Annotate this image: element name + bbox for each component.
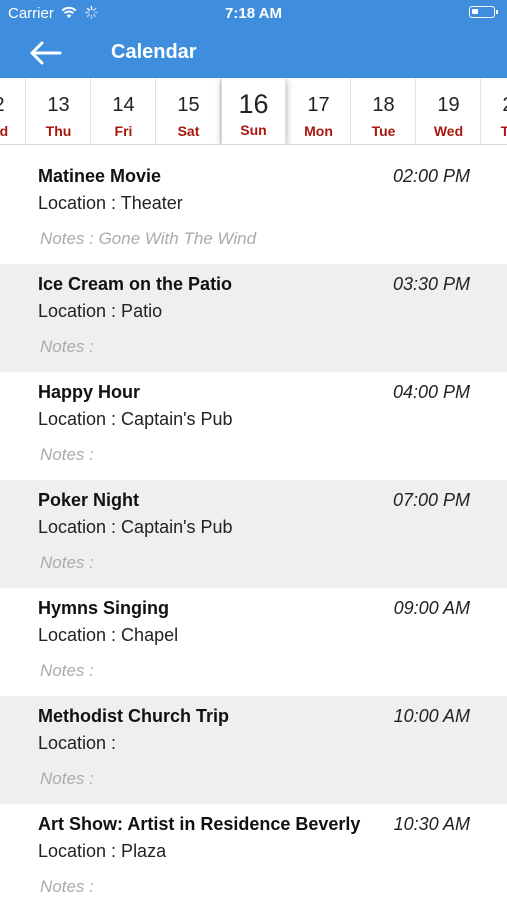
event-title: Hymns Singing [38, 598, 170, 618]
date-number: 20 [482, 94, 507, 117]
date-weekday: Sat [177, 123, 200, 139]
date-item[interactable]: 13 Thu [27, 78, 91, 144]
date-weekday: Tue [371, 123, 396, 139]
event-list: Matinee Movie 02:00 PM Location : Theate… [0, 156, 507, 912]
event-time: 07:00 PM [392, 490, 470, 510]
date-number: 13 [47, 94, 70, 116]
event-item[interactable]: Matinee Movie 02:00 PM Location : Theate… [0, 156, 507, 264]
event-location: Location : Patio [38, 301, 163, 321]
back-arrow-icon[interactable] [28, 38, 64, 68]
app-header: Carrier 7:18 AM Calendar [0, 0, 507, 78]
event-notes: Notes : [40, 553, 94, 572]
date-number: 17 [307, 94, 330, 116]
event-title: Art Show: Artist in Residence Beverly [38, 814, 361, 834]
event-item[interactable]: Ice Cream on the Patio 03:30 PM Location… [0, 264, 507, 372]
event-time: 04:00 PM [392, 382, 470, 402]
event-time: 09:00 AM [393, 598, 470, 618]
date-item[interactable]: 14 Fri [92, 78, 156, 144]
date-strip[interactable]: 12 Wed 13 Thu 14 Fri 15 Sat 16 Sun 17 Mo… [0, 78, 507, 145]
event-notes: Notes : Gone With The Wind [40, 229, 257, 248]
status-bar: Carrier 7:18 AM [0, 0, 507, 28]
date-item[interactable]: 12 Wed [0, 78, 26, 144]
date-number: 15 [177, 94, 200, 116]
date-weekday: Thu [482, 123, 507, 139]
status-time: 7:18 AM [225, 5, 282, 22]
date-weekday: Fri [114, 123, 133, 139]
event-notes: Notes : [40, 769, 94, 788]
event-notes: Notes : [40, 445, 94, 464]
battery-icon [469, 6, 498, 18]
date-item[interactable]: 17 Mon [287, 78, 351, 144]
event-location: Location : Plaza [38, 841, 167, 861]
event-time: 10:00 AM [393, 706, 470, 726]
event-item[interactable]: Happy Hour 04:00 PM Location : Captain's… [0, 372, 507, 480]
event-item[interactable]: Hymns Singing 09:00 AM Location : Chapel… [0, 588, 507, 696]
event-notes: Notes : [40, 337, 94, 356]
date-weekday: Wed [0, 123, 9, 139]
event-title: Ice Cream on the Patio [38, 274, 233, 294]
date-item[interactable]: 15 Sat [157, 78, 221, 144]
event-item[interactable]: Methodist Church Trip 10:00 AM Location … [0, 696, 507, 804]
event-item[interactable]: Art Show: Artist in Residence Beverly 10… [0, 804, 507, 912]
event-time: 03:30 PM [392, 274, 470, 294]
event-location: Location : Chapel [38, 625, 179, 645]
date-item[interactable]: 18 Tue [352, 78, 416, 144]
event-title: Matinee Movie [38, 166, 162, 186]
event-location: Location : Theater [38, 193, 183, 213]
event-title: Poker Night [38, 490, 140, 510]
date-item-selected[interactable]: 16 Sun [222, 78, 286, 144]
event-notes: Notes : [40, 877, 94, 896]
date-number: 14 [112, 94, 135, 116]
date-number: 18 [372, 94, 395, 116]
event-notes: Notes : [40, 661, 94, 680]
date-number: 19 [437, 94, 460, 116]
date-weekday: Sun [240, 122, 267, 138]
event-time: 02:00 PM [392, 166, 470, 186]
date-number: 16 [238, 89, 269, 119]
date-item[interactable]: 20 Thu [482, 78, 507, 144]
date-item[interactable]: 19 Wed [417, 78, 481, 144]
date-weekday: Mon [304, 123, 333, 139]
date-number: 12 [0, 94, 25, 117]
page-title: Calendar [111, 41, 197, 63]
event-item[interactable]: Poker Night 07:00 PM Location : Captain'… [0, 480, 507, 588]
date-weekday: Thu [45, 123, 72, 139]
event-title: Methodist Church Trip [38, 706, 229, 726]
event-location: Location : Captain's Pub [38, 517, 233, 537]
event-location: Location : [38, 733, 117, 753]
date-weekday: Wed [433, 123, 464, 139]
event-location: Location : Captain's Pub [38, 409, 233, 429]
event-title: Happy Hour [38, 382, 141, 402]
event-time: 10:30 AM [393, 814, 470, 834]
